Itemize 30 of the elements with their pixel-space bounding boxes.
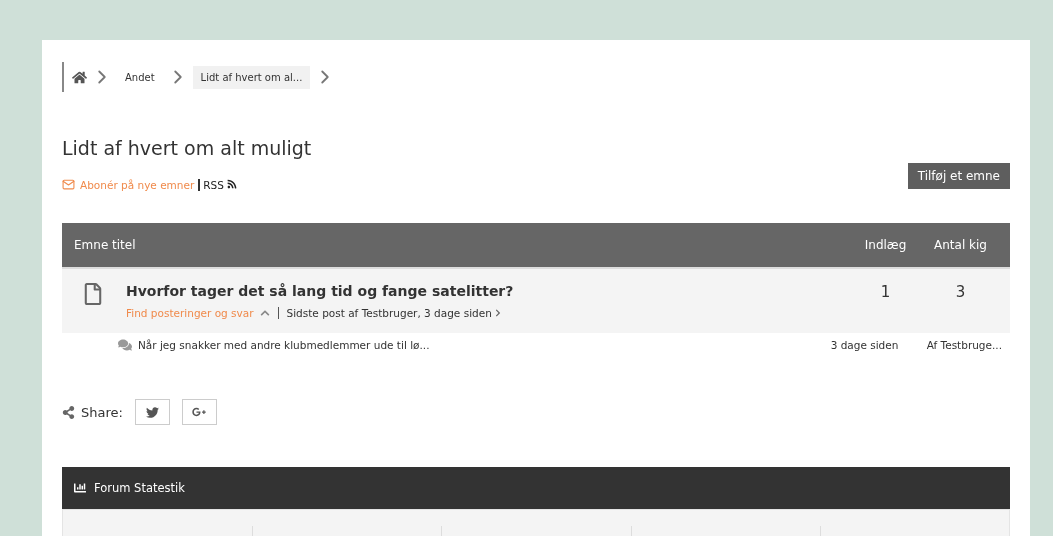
view-count: 3 [954, 283, 967, 303]
column-header: Antal kig [933, 238, 988, 252]
rss-link[interactable]: RSS [198, 178, 238, 191]
column-header: Indlæg [863, 238, 908, 252]
column-header: Emne titel [74, 238, 137, 252]
share-icon [62, 405, 75, 419]
bar-chart-icon [74, 482, 86, 494]
reply-time: 3 dage siden [829, 339, 900, 351]
breadcrumb-link[interactable]: Andet [117, 65, 163, 89]
chevron-icon [493, 309, 502, 317]
topic-link[interactable]: Hvorfor tager det så lang tid og fange satelitter? [126, 283, 848, 299]
mail-icon [62, 178, 75, 191]
share-label: Share: [81, 404, 123, 420]
file-icon [82, 283, 104, 305]
last-post-link[interactable]: Sidste post af Testbruger, 3 dage siden [277, 307, 502, 319]
forum-title: Lidt af hvert om alt muligt [62, 137, 313, 159]
chevron-up-icon[interactable] [259, 308, 270, 318]
add-topic-button[interactable]: Tilføj et emne [907, 163, 1010, 189]
comments-icon [118, 338, 132, 352]
reply-link[interactable]: Når jeg snakker med andre klubmedlemmer ude til lø... [138, 339, 817, 351]
reply-author: Af Testbruge... [925, 339, 1002, 351]
home-icon[interactable] [72, 69, 87, 85]
bird-icon [145, 405, 159, 419]
google-plus-icon [192, 405, 207, 419]
rss-icon [227, 178, 238, 189]
post-count: 1 [879, 283, 892, 303]
twitter-button[interactable] [134, 399, 170, 425]
google-plus-button[interactable] [181, 399, 217, 425]
stats-title: Forum Statestik [94, 481, 185, 495]
breadcrumb-link[interactable]: Lidt af hvert om al... [192, 65, 311, 89]
